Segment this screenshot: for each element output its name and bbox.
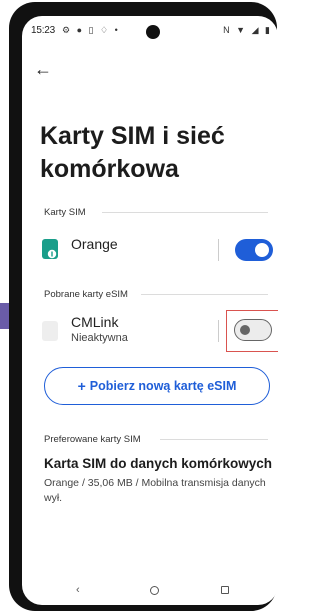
navigation-bar: ‹ bbox=[22, 580, 278, 605]
nav-recents-icon[interactable] bbox=[221, 586, 229, 594]
front-camera bbox=[146, 25, 160, 39]
vertical-divider bbox=[218, 239, 219, 261]
phone-frame: 15:23 ⚙ ● ▯ ♢ • N ▼ ◢ ▮ ← Karty SIM i si… bbox=[9, 2, 278, 611]
phone-storage-icon: ▯ bbox=[88, 25, 96, 35]
signal-icon: ◢ bbox=[251, 25, 261, 35]
preferred-data-sim-description: Orange / 35,06 MB / Mobilna transmisja d… bbox=[44, 477, 266, 504]
nav-back-icon[interactable]: ‹ bbox=[76, 584, 80, 596]
section-divider bbox=[141, 294, 268, 295]
status-notification-icons: ⚙ ● ▯ ♢ • bbox=[62, 25, 120, 36]
preferred-data-sim-title: Karta SIM do danych komórkowych bbox=[44, 456, 273, 471]
battery-icon: ▮ bbox=[265, 25, 272, 35]
section-header-preferred: Preferowane karty SIM bbox=[44, 434, 141, 445]
esim-name: CMLink bbox=[71, 314, 119, 330]
vertical-divider bbox=[218, 320, 219, 342]
section-divider bbox=[102, 212, 268, 213]
section-divider bbox=[160, 439, 268, 440]
nav-home-icon[interactable] bbox=[150, 586, 159, 595]
section-header-sim: Karty SIM bbox=[44, 207, 86, 218]
status-system-icons: N ▼ ◢ ▮ bbox=[223, 25, 272, 36]
back-arrow-icon[interactable]: ← bbox=[34, 60, 52, 78]
download-esim-label: Pobierz nową kartę eSIM bbox=[89, 379, 237, 393]
sim-name: Orange bbox=[71, 236, 118, 252]
sim-toggle-orange[interactable] bbox=[235, 239, 273, 261]
page-title: Karty SIM i sieć komórkowa bbox=[40, 122, 225, 183]
toggle-knob bbox=[255, 243, 269, 257]
wifi-icon: ▼ bbox=[236, 25, 248, 35]
highlight-annotation bbox=[226, 310, 278, 352]
dot-icon: • bbox=[114, 25, 120, 35]
esim-card-icon bbox=[42, 321, 58, 341]
section-header-esim: Pobrane karty eSIM bbox=[44, 289, 128, 300]
messenger-icon: ● bbox=[76, 25, 85, 35]
settings-icon: ⚙ bbox=[62, 25, 73, 35]
nfc-icon: N bbox=[223, 25, 232, 35]
location-icon: ♢ bbox=[100, 25, 111, 35]
status-bar: 15:23 ⚙ ● ▯ ♢ • N ▼ ◢ ▮ bbox=[22, 16, 278, 44]
status-time: 15:23 bbox=[31, 25, 56, 36]
sim-card-icon bbox=[42, 239, 58, 259]
plus-icon: + bbox=[77, 378, 86, 394]
screen: 15:23 ⚙ ● ▯ ♢ • N ▼ ◢ ▮ ← Karty SIM i si… bbox=[22, 16, 278, 605]
esim-status: Nieaktywna bbox=[71, 332, 128, 344]
download-esim-button[interactable]: + Pobierz nową kartę eSIM bbox=[44, 367, 270, 405]
